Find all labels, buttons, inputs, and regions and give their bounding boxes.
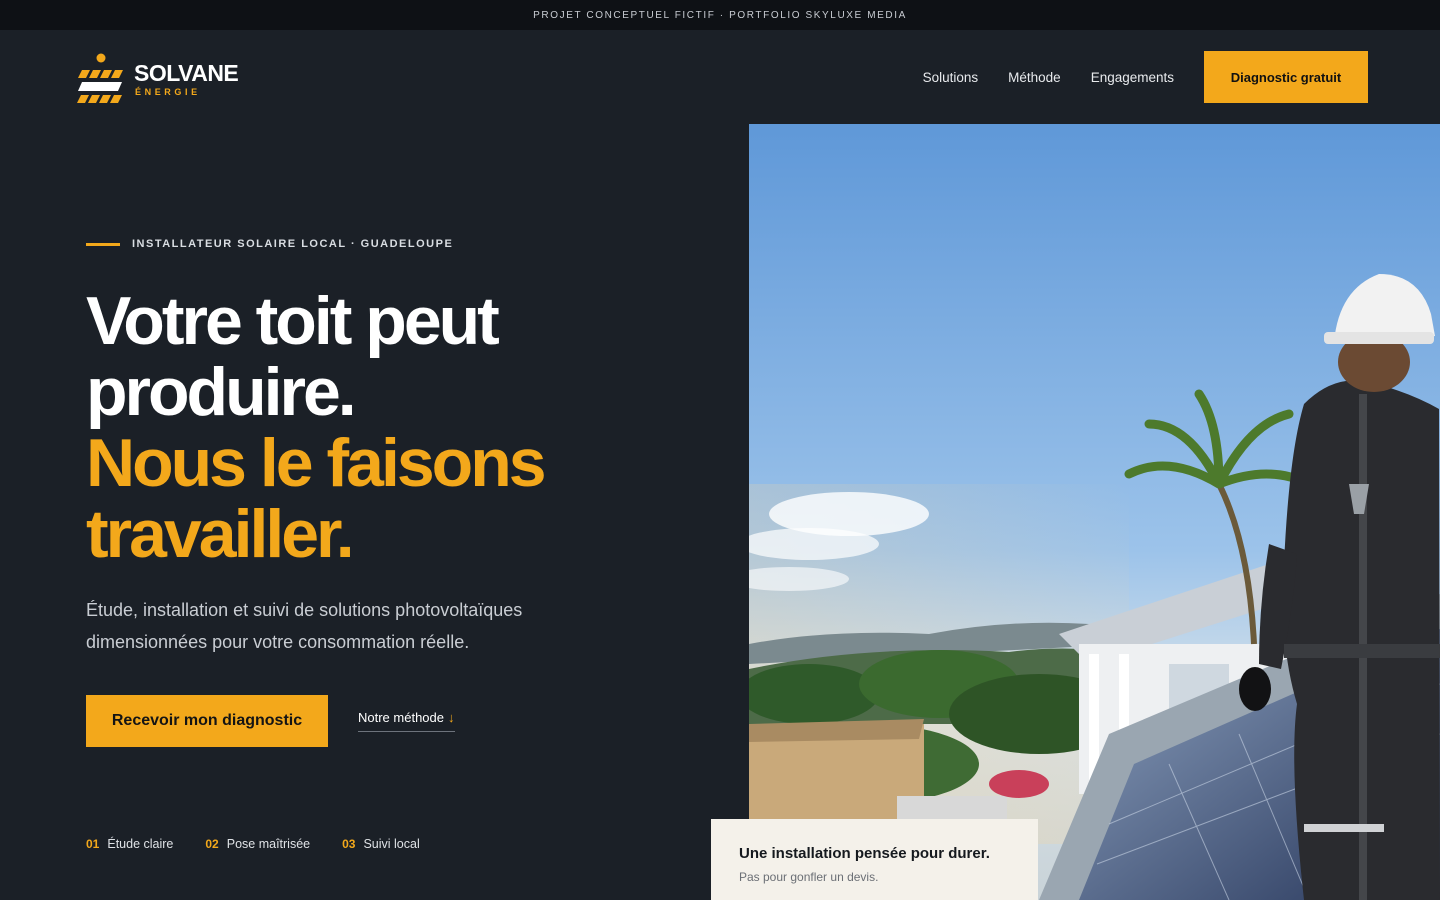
step-number: 03 [342,837,356,851]
top-announcement-bar: PROJET CONCEPTUEL FICTIF · PORTFOLIO SKY… [0,0,1440,30]
sun-panel-logo-icon [76,52,124,106]
process-steps: 01 Étude claire 02 Pose maîtrisée 03 Sui… [86,837,452,851]
headline-line-2: produire. [86,354,357,430]
our-method-label: Notre méthode [358,710,444,725]
step-label: Étude claire [107,837,174,851]
step-label: Suivi local [363,837,420,851]
eyebrow-text: INSTALLATEUR SOLAIRE LOCAL · GUADELOUPE [132,238,454,250]
receive-diagnostic-button[interactable]: Recevoir mon diagnostic [86,695,328,747]
arrow-down-icon: ↓ [448,710,455,725]
step-item: 03 Suivi local [342,837,420,851]
promise-card-title: Une installation pensée pour durer. [739,845,990,862]
hero-lead: Étude, installation et suivi de solution… [86,600,523,652]
main-nav: Solutions Méthode Engagements Diagnostic… [923,51,1368,103]
step-item: 01 Étude claire [86,837,173,851]
step-item: 02 Pose maîtrisée [205,837,310,851]
brand-name: SOLVANE [134,60,239,86]
our-method-link[interactable]: Notre méthode ↓ [358,710,455,732]
promise-card-subtitle: Pas pour gonfler un devis. [739,870,879,884]
step-label: Pose maîtrisée [226,837,311,851]
diagnostic-cta-button[interactable]: Diagnostic gratuit [1204,51,1368,103]
eyebrow-accent-line [86,242,120,246]
nav-item-solutions[interactable]: Solutions [923,70,979,85]
step-number: 01 [86,837,100,851]
nav-item-engagements[interactable]: Engagements [1091,70,1174,85]
hero-headline: Votre toit peut produire. Nous le faison… [86,286,646,570]
promise-card: Une installation pensée pour durer. Pas … [711,819,1038,900]
hero-eyebrow: INSTALLATEUR SOLAIRE LOCAL · GUADELOUPE [86,238,453,250]
brand-tagline: ÉNERGIE [135,87,201,97]
brand-logo[interactable]: SOLVANE ÉNERGIE [76,52,239,106]
announcement-text: PROJET CONCEPTUEL FICTIF · PORTFOLIO SKY… [533,9,907,21]
headline-line-1: Votre toit peut [86,283,500,359]
step-number: 02 [205,837,219,851]
headline-accent-line-2: travailler. [86,496,355,572]
hero-photo-solar-technician [749,124,1440,900]
nav-item-methode[interactable]: Méthode [1008,70,1061,85]
headline-accent-line-1: Nous le faisons [86,425,547,501]
